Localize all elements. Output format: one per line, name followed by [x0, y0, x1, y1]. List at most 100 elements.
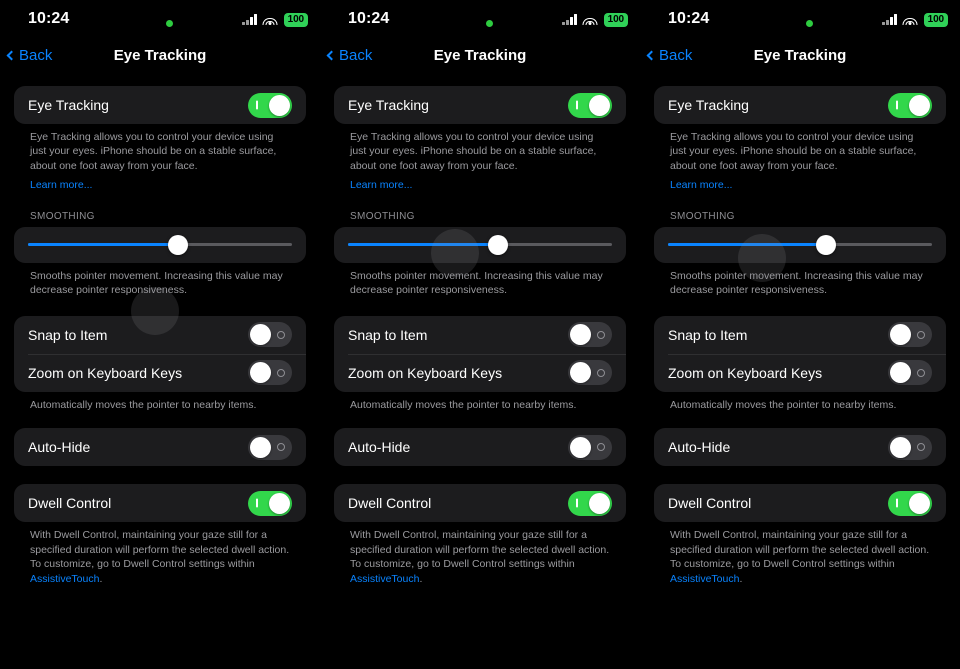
row-dwell-control[interactable]: Dwell Control — [14, 484, 306, 522]
dwell-control-card: Dwell Control — [334, 484, 626, 523]
row-eye-tracking[interactable]: Eye Tracking — [654, 86, 946, 124]
toggle-snap-to-item[interactable] — [248, 322, 292, 348]
learn-more-wrap: Learn more... — [654, 173, 946, 192]
status-icons: 100 — [882, 13, 948, 27]
cellular-signal-icon — [562, 14, 577, 26]
toggle-eye-tracking[interactable] — [568, 92, 612, 118]
learn-more-link[interactable]: Learn more... — [350, 179, 412, 191]
row-label-eye-tracking: Eye Tracking — [668, 97, 749, 113]
smoothing-slider-thumb[interactable] — [488, 234, 509, 255]
pointer-options-card: Snap to Item Zoom on Keyboard Keys — [14, 315, 306, 392]
back-button[interactable]: Back — [320, 47, 372, 64]
toggle-mark — [256, 100, 258, 110]
assistivetouch-link[interactable]: AssistiveTouch — [350, 573, 419, 585]
row-snap-to-item[interactable]: Snap to Item — [14, 316, 306, 354]
row-label-eye-tracking: Eye Tracking — [348, 97, 429, 113]
row-zoom-on-keyboard-keys[interactable]: Zoom on Keyboard Keys — [14, 353, 306, 392]
back-button[interactable]: Back — [640, 47, 692, 64]
smoothing-description: Smooths pointer movement. Increasing thi… — [670, 269, 923, 297]
chevron-left-icon — [326, 50, 337, 60]
row-auto-hide[interactable]: Auto-Hide — [334, 428, 626, 466]
row-snap-to-item[interactable]: Snap to Item — [334, 316, 626, 354]
learn-more-link[interactable]: Learn more... — [670, 179, 732, 191]
toggle-mark — [597, 368, 605, 377]
back-button[interactable]: Back — [0, 47, 52, 64]
status-time: 10:24 — [28, 10, 70, 27]
settings-content: Eye Tracking Eye Tracking allows you to … — [0, 72, 320, 586]
row-label-zoom-on-keyboard-keys: Zoom on Keyboard Keys — [28, 364, 183, 381]
toggle-eye-tracking[interactable] — [248, 92, 292, 118]
smoothing-slider-fill — [348, 243, 499, 247]
row-eye-tracking[interactable]: Eye Tracking — [14, 86, 306, 124]
toggle-knob — [570, 436, 591, 458]
row-eye-tracking[interactable]: Eye Tracking — [334, 86, 626, 124]
toggle-dwell-control[interactable] — [248, 490, 292, 516]
toggle-auto-hide[interactable] — [888, 434, 932, 460]
toggle-snap-to-item[interactable] — [568, 322, 612, 348]
toggle-mark — [917, 443, 925, 452]
iphone-screen: 10:24 100 Back Eye Tracking Eye Tracking… — [0, 0, 320, 669]
dwell-control-description: With Dwell Control, maintaining your gaz… — [14, 522, 306, 586]
back-button-label: Back — [19, 46, 53, 64]
toggle-zoom-on-keyboard-keys[interactable] — [248, 360, 292, 386]
toggle-knob — [250, 436, 271, 458]
row-dwell-control[interactable]: Dwell Control — [334, 484, 626, 522]
row-snap-to-item[interactable]: Snap to Item — [654, 316, 946, 354]
assistivetouch-link[interactable]: AssistiveTouch — [30, 573, 99, 585]
toggle-mark — [917, 330, 925, 339]
iphone-screen: 10:24 100 Back Eye Tracking Eye Tracking… — [640, 0, 960, 669]
toggle-dwell-control[interactable] — [888, 490, 932, 516]
row-label-snap-to-item: Snap to Item — [348, 326, 428, 343]
cellular-signal-icon — [882, 14, 897, 26]
pointer-options-card: Snap to Item Zoom on Keyboard Keys — [334, 315, 626, 392]
eye-tracking-description: Eye Tracking allows you to control your … — [670, 131, 917, 172]
toggle-dwell-control[interactable] — [568, 490, 612, 516]
row-zoom-on-keyboard-keys[interactable]: Zoom on Keyboard Keys — [654, 353, 946, 392]
toggle-knob — [589, 94, 610, 116]
smoothing-slider-fill — [28, 243, 179, 247]
recording-indicator-dot — [806, 20, 813, 27]
wifi-icon — [902, 14, 918, 26]
row-auto-hide[interactable]: Auto-Hide — [14, 428, 306, 466]
row-label-snap-to-item: Snap to Item — [668, 326, 748, 343]
smoothing-slider-track[interactable] — [28, 234, 292, 255]
toggle-knob — [269, 492, 290, 514]
toggle-auto-hide[interactable] — [568, 434, 612, 460]
assistivetouch-link[interactable]: AssistiveTouch — [670, 573, 739, 585]
smoothing-slider-thumb[interactable] — [816, 234, 837, 255]
dwell-description-part-1: With Dwell Control, maintaining your gaz… — [350, 529, 610, 571]
smoothing-description: Smooths pointer movement. Increasing thi… — [30, 269, 283, 297]
toggle-snap-to-item[interactable] — [888, 322, 932, 348]
row-label-snap-to-item: Snap to Item — [28, 326, 108, 343]
toggle-knob — [890, 362, 911, 384]
dwell-description-part-2: . — [739, 572, 743, 585]
row-dwell-control[interactable]: Dwell Control — [654, 484, 946, 522]
toggle-mark — [896, 100, 898, 110]
toggle-knob — [250, 324, 271, 346]
row-label-dwell-control: Dwell Control — [348, 495, 432, 512]
smoothing-slider-track[interactable] — [668, 234, 932, 255]
toggle-eye-tracking[interactable] — [888, 92, 932, 118]
auto-hide-card: Auto-Hide — [14, 428, 306, 467]
smoothing-slider-thumb[interactable] — [168, 234, 189, 255]
smoothing-section-header: SMOOTHING — [30, 210, 95, 222]
smoothing-slider-track[interactable] — [348, 234, 612, 255]
smoothing-slider-card — [334, 226, 626, 263]
eye-tracking-card: Eye Tracking — [334, 86, 626, 124]
status-icons: 100 — [562, 13, 628, 27]
wifi-icon — [582, 14, 598, 26]
toggle-zoom-on-keyboard-keys[interactable] — [568, 360, 612, 386]
row-auto-hide[interactable]: Auto-Hide — [654, 428, 946, 466]
toggle-knob — [570, 362, 591, 384]
toggle-zoom-on-keyboard-keys[interactable] — [888, 360, 932, 386]
toggle-auto-hide[interactable] — [248, 434, 292, 460]
smoothing-slider-card — [14, 226, 306, 263]
toggle-mark — [256, 498, 258, 508]
learn-more-link[interactable]: Learn more... — [30, 179, 92, 191]
eye-tracking-card: Eye Tracking — [654, 86, 946, 124]
row-zoom-on-keyboard-keys[interactable]: Zoom on Keyboard Keys — [334, 353, 626, 392]
